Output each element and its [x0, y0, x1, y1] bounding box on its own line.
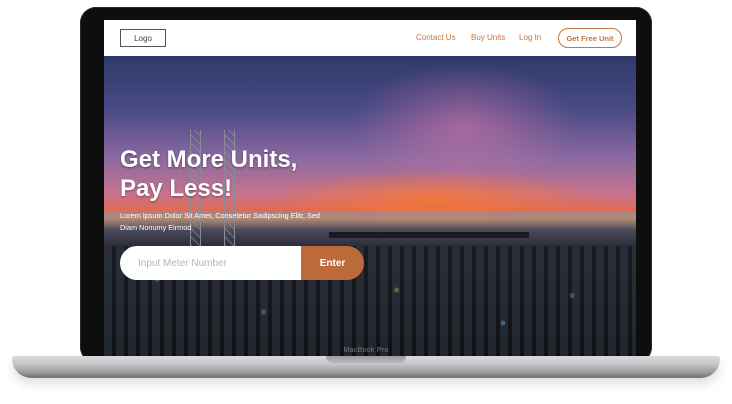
hero-background-image [104, 56, 636, 356]
meter-search-form: Enter [120, 246, 364, 280]
meter-number-input[interactable] [120, 246, 306, 280]
enter-button[interactable]: Enter [301, 246, 364, 280]
device-model-label: MacBook Pro [343, 347, 389, 354]
hero-subtext: Lorem Ipsum Dolor Sit Amet, Consetetur S… [120, 210, 370, 234]
nav-link-log-in[interactable]: Log In [519, 33, 541, 42]
top-navbar: Logo Contact Us Buy Units Log In Get Fre… [104, 20, 636, 56]
laptop-base: MacBook Pro [12, 347, 720, 378]
laptop-screen: Logo Contact Us Buy Units Log In Get Fre… [104, 20, 636, 356]
headline-line-1: Get More Units, [120, 146, 298, 173]
subtext-line-1: Lorem Ipsum Dolor Sit Amet, Consetetur S… [120, 211, 320, 220]
nav-link-buy-units[interactable]: Buy Units [471, 33, 505, 42]
hero-headline: Get More Units, Pay Less! [120, 145, 380, 203]
nav-link-contact-us[interactable]: Contact Us [416, 33, 456, 42]
logo[interactable]: Logo [120, 29, 166, 47]
get-free-unit-button[interactable]: Get Free Unit [558, 28, 622, 48]
headline-line-2: Pay Less! [120, 175, 233, 202]
subtext-line-2: Diam Nonumy Eirmod [120, 223, 192, 232]
laptop-notch [326, 356, 406, 363]
